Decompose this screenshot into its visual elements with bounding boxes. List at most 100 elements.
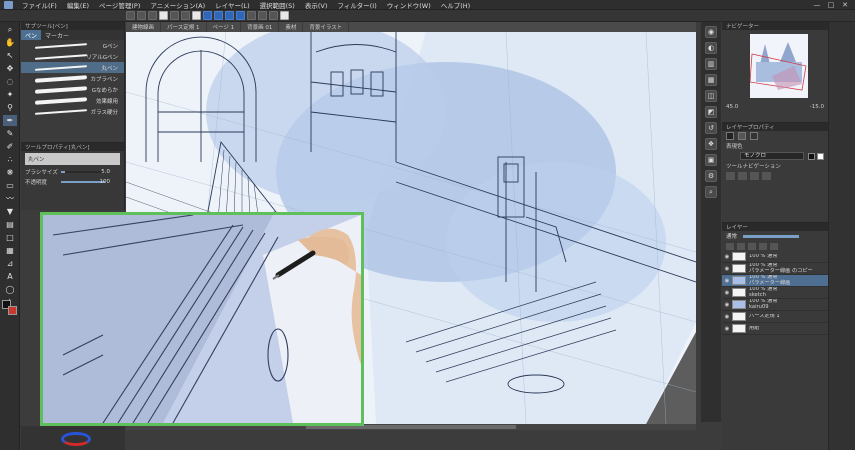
flip-icon[interactable] bbox=[214, 11, 223, 20]
close-button[interactable]: ✕ bbox=[838, 0, 852, 10]
clip-icon[interactable] bbox=[748, 242, 756, 250]
tool-nav-icon[interactable] bbox=[738, 172, 747, 180]
blend-mode-dropdown[interactable]: 通常 bbox=[726, 232, 737, 240]
tool-name-field[interactable]: 丸ペン bbox=[25, 153, 120, 165]
menu-filter[interactable]: フィルター(I) bbox=[337, 0, 376, 10]
brush-tool-icon[interactable]: ✐ bbox=[3, 141, 17, 152]
eraser-tool-icon[interactable]: ▭ bbox=[3, 180, 17, 191]
fill-tool-icon[interactable]: ▼ bbox=[3, 206, 17, 217]
color-ring-icon[interactable] bbox=[61, 432, 91, 446]
tool-nav-icon[interactable] bbox=[750, 172, 759, 180]
brush-item[interactable]: Gなめらか bbox=[21, 84, 124, 95]
zoom-value[interactable]: 45.0 bbox=[726, 104, 738, 110]
new-folder-icon[interactable] bbox=[737, 242, 745, 250]
tool-nav-icon[interactable] bbox=[762, 172, 771, 180]
settings-icon[interactable] bbox=[280, 11, 289, 20]
transform-icon[interactable] bbox=[203, 11, 212, 20]
eye-icon[interactable] bbox=[159, 11, 168, 20]
document-tab[interactable]: ページ 1 bbox=[207, 22, 242, 32]
menu-edit[interactable]: 編集(E) bbox=[67, 0, 89, 10]
figure-tool-icon[interactable]: □ bbox=[3, 232, 17, 243]
effect-icon[interactable] bbox=[726, 132, 734, 140]
menu-selection[interactable]: 選択範囲(S) bbox=[260, 0, 295, 10]
balloon-tool-icon[interactable]: ◯ bbox=[3, 284, 17, 295]
brush-item[interactable]: カブラペン bbox=[21, 73, 124, 84]
tab-pen[interactable]: ペン bbox=[21, 30, 42, 40]
pen-tool-icon[interactable]: ✒ bbox=[3, 115, 17, 126]
ruler-tool-icon[interactable]: ⊿ bbox=[3, 258, 17, 269]
history-icon[interactable]: ↺ bbox=[705, 122, 717, 134]
angle-value[interactable]: -15.0 bbox=[810, 104, 824, 110]
move-tool-icon[interactable]: ✥ bbox=[3, 63, 17, 74]
document-tab[interactable]: 背景イラスト bbox=[303, 22, 350, 32]
menu-file[interactable]: ファイル(F) bbox=[22, 0, 57, 10]
operation-tool-icon[interactable]: ↖ bbox=[3, 50, 17, 61]
effect-icon[interactable] bbox=[738, 132, 746, 140]
maximize-button[interactable]: □ bbox=[824, 0, 838, 10]
menu-page[interactable]: ページ管理(P) bbox=[99, 0, 140, 10]
item-bank-icon[interactable]: ⚙ bbox=[705, 170, 717, 182]
menu-view[interactable]: 表示(V) bbox=[305, 0, 328, 10]
grid-snap-icon[interactable] bbox=[258, 11, 267, 20]
new-layer-icon[interactable] bbox=[726, 242, 734, 250]
layer-row[interactable]: ◉ 100 % 通常 kairu09 bbox=[722, 299, 828, 311]
layer-row[interactable]: ◉ 100 % 通常 bbox=[722, 251, 828, 263]
brush-item[interactable]: ガラス硬分 bbox=[21, 106, 124, 117]
search-layer-icon[interactable]: ⌕ bbox=[705, 186, 717, 198]
visibility-eye-icon[interactable]: ◉ bbox=[722, 314, 732, 320]
new-file-icon[interactable] bbox=[126, 11, 135, 20]
menu-help[interactable]: ヘルプ(H) bbox=[441, 0, 470, 10]
document-tab[interactable]: パース定規 1 bbox=[161, 22, 207, 32]
material-icon[interactable]: ❖ bbox=[705, 138, 717, 150]
effect-icon[interactable] bbox=[750, 132, 758, 140]
decoration-tool-icon[interactable]: ❋ bbox=[3, 167, 17, 178]
color-slider-icon[interactable]: ▥ bbox=[705, 58, 717, 70]
sub-view-icon[interactable]: ▣ bbox=[705, 154, 717, 166]
pencil-tool-icon[interactable]: ✎ bbox=[3, 128, 17, 139]
brush-item[interactable]: 丸ペン bbox=[21, 62, 124, 73]
document-tab[interactable]: 建物線画 bbox=[126, 22, 162, 32]
intermediate-color-icon[interactable]: ◫ bbox=[705, 90, 717, 102]
color-wheel-icon[interactable]: ◐ bbox=[705, 42, 717, 54]
snap-icon[interactable] bbox=[236, 11, 245, 20]
ruler-snap-icon[interactable] bbox=[247, 11, 256, 20]
navigator-icon[interactable]: ◉ bbox=[705, 26, 717, 38]
menu-layer[interactable]: レイヤー(L) bbox=[215, 0, 250, 10]
layer-row[interactable]: ◉ 100 % 通常 パラメーター線画 bbox=[722, 275, 828, 287]
clear-icon[interactable] bbox=[192, 11, 201, 20]
brush-item[interactable]: 効果線用 bbox=[21, 95, 124, 106]
visibility-eye-icon[interactable]: ◉ bbox=[722, 254, 732, 260]
opacity-row[interactable]: 不透明度 100 bbox=[21, 177, 124, 187]
visibility-eye-icon[interactable]: ◉ bbox=[722, 302, 732, 308]
hand-tool-icon[interactable]: ✋ bbox=[3, 37, 17, 48]
frame-tool-icon[interactable]: ▦ bbox=[3, 245, 17, 256]
layer-row[interactable]: ◉ 100 % 通常 パラメーター線画 のコピー bbox=[722, 263, 828, 275]
gradient-tool-icon[interactable]: ▤ bbox=[3, 219, 17, 230]
tool-nav-icon[interactable] bbox=[726, 172, 735, 180]
sub-color-swatch[interactable] bbox=[8, 306, 17, 315]
layer-row[interactable]: ◉ パース定規 1 bbox=[722, 311, 828, 323]
menu-window[interactable]: ウィンドウ(W) bbox=[387, 0, 431, 10]
brush-item[interactable]: Gペン bbox=[21, 40, 124, 51]
wand-tool-icon[interactable]: ✦ bbox=[3, 89, 17, 100]
redo-icon[interactable] bbox=[181, 11, 190, 20]
layer-row[interactable]: ◉ 用紙 bbox=[722, 323, 828, 335]
expression-color-dropdown[interactable]: モノクロ bbox=[740, 152, 804, 160]
visibility-eye-icon[interactable]: ◉ bbox=[722, 266, 732, 272]
black-swatch[interactable] bbox=[808, 152, 815, 160]
lock-icon[interactable] bbox=[759, 242, 767, 250]
approximate-color-icon[interactable]: ◩ bbox=[705, 106, 717, 118]
eyedropper-tool-icon[interactable]: ⚲ bbox=[3, 102, 17, 113]
document-tab[interactable]: 背景画 01 bbox=[241, 22, 280, 32]
rotate-icon[interactable] bbox=[225, 11, 234, 20]
visibility-eye-icon[interactable]: ◉ bbox=[722, 290, 732, 296]
visibility-eye-icon[interactable]: ◉ bbox=[722, 326, 732, 332]
layer-opacity-slider[interactable] bbox=[743, 234, 800, 238]
save-icon[interactable] bbox=[148, 11, 157, 20]
airbrush-tool-icon[interactable]: ∴ bbox=[3, 154, 17, 165]
layer-row[interactable]: ◉ 100 % 通常 sketch bbox=[722, 287, 828, 299]
delete-layer-icon[interactable] bbox=[770, 242, 778, 250]
color-set-icon[interactable]: ▦ bbox=[705, 74, 717, 86]
minimize-button[interactable]: — bbox=[810, 0, 824, 10]
document-tab[interactable]: 素材 bbox=[279, 22, 304, 32]
